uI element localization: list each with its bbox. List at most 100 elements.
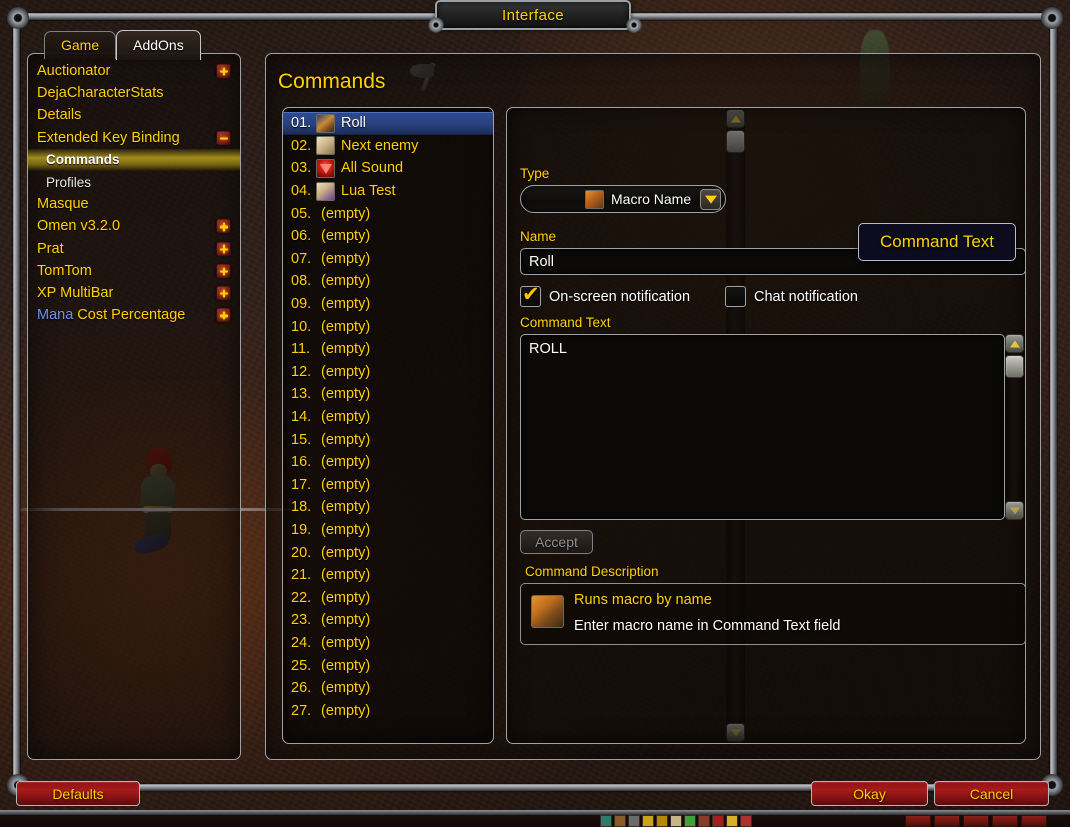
command-index: 02. [291, 137, 312, 154]
command-name: (empty) [321, 612, 371, 629]
command-row[interactable]: 22. (empty) [283, 586, 493, 609]
command-name: (empty) [321, 589, 371, 606]
command-row[interactable]: 05. (empty) [283, 202, 493, 225]
okay-button[interactable]: Okay [811, 781, 928, 806]
command-row[interactable]: 27. (empty) [283, 699, 493, 722]
command-row[interactable]: 06. (empty) [283, 225, 493, 248]
command-row[interactable]: 21. (empty) [283, 564, 493, 587]
command-row[interactable]: 13. (empty) [283, 383, 493, 406]
command-index: 25. [291, 657, 312, 674]
tab-addons[interactable]: AddOns [116, 30, 201, 60]
sidebar-item-dejacharacterstats[interactable]: DejaCharacterStats [28, 82, 240, 104]
command-text-scrollbar[interactable] [1005, 334, 1024, 520]
bag-slot[interactable] [934, 815, 960, 827]
defaults-button[interactable]: Defaults [16, 781, 140, 806]
action-bar-slot[interactable] [614, 815, 626, 827]
lua-icon [316, 181, 335, 201]
action-bar-slot[interactable] [712, 815, 724, 827]
command-name: (empty) [321, 521, 371, 538]
command-text-input[interactable]: ROLL [521, 335, 1004, 519]
command-text-scroll-thumb[interactable] [1005, 355, 1024, 378]
accept-button[interactable]: Accept [520, 530, 593, 554]
chat-notification-checkbox[interactable] [725, 286, 746, 307]
sidebar-item-xp-multibar[interactable]: XP MultiBar [28, 282, 240, 304]
command-row[interactable]: 18. (empty) [283, 496, 493, 519]
action-bar-slot[interactable] [684, 815, 696, 827]
command-row[interactable]: 14. (empty) [283, 406, 493, 429]
action-bar-slot[interactable] [670, 815, 682, 827]
sidebar-item-tomtom[interactable]: TomTom [28, 260, 240, 282]
action-bar-slot[interactable] [600, 815, 612, 827]
command-index: 21. [291, 567, 312, 584]
sidebar-item-prat[interactable]: Prat [28, 238, 240, 260]
command-index: 09. [291, 296, 312, 313]
chat-notification-row[interactable]: Chat notification [725, 286, 858, 307]
expand-icon[interactable] [216, 307, 231, 323]
action-bar-slot[interactable] [740, 815, 752, 827]
sidebar-item-auctionator[interactable]: Auctionator [28, 60, 240, 82]
command-row[interactable]: 03. All Sound [283, 157, 493, 180]
command-index: 03. [291, 160, 312, 177]
interface-options-window: Interface Game AddOns Auctionator DejaChar… [0, 0, 1070, 827]
command-row[interactable]: 04. Lua Test [283, 180, 493, 203]
expand-icon[interactable] [216, 241, 231, 257]
sidebar-item-profiles[interactable]: Profiles [28, 171, 240, 193]
command-row[interactable]: 01. Roll [283, 112, 493, 135]
command-row[interactable]: 19. (empty) [283, 519, 493, 542]
bag-slot[interactable] [905, 815, 931, 827]
tab-bar: Game AddOns [44, 30, 201, 60]
command-row[interactable]: 09. (empty) [283, 293, 493, 316]
bag-slot[interactable] [1021, 815, 1047, 827]
sidebar-item-commands[interactable]: Commands [28, 148, 240, 171]
command-name: Lua Test [341, 183, 396, 200]
sidebar-item-details[interactable]: Details [28, 104, 240, 126]
expand-icon[interactable] [216, 263, 231, 279]
onscreen-notification-row[interactable]: On-screen notification [520, 282, 691, 307]
tab-label: Game [61, 37, 100, 53]
bag-slot[interactable] [963, 815, 989, 827]
expand-icon[interactable] [216, 285, 231, 301]
command-row[interactable]: 23. (empty) [283, 609, 493, 632]
onscreen-notification-label: On-screen notification [549, 288, 691, 305]
command-row[interactable]: 17. (empty) [283, 474, 493, 497]
sidebar-item-mana-cost-percentage[interactable]: Mana Cost Percentage [28, 304, 240, 326]
command-row[interactable]: 16. (empty) [283, 451, 493, 474]
command-row[interactable]: 12. (empty) [283, 361, 493, 384]
scroll-down-icon[interactable] [1005, 501, 1024, 520]
expand-icon[interactable] [216, 63, 231, 79]
command-name: (empty) [321, 318, 371, 335]
tab-game[interactable]: Game [44, 31, 117, 59]
cancel-button[interactable]: Cancel [934, 781, 1049, 806]
sidebar-item-label: TomTom [37, 262, 92, 279]
onscreen-notification-checkbox[interactable] [520, 282, 541, 307]
sidebar-item-masque[interactable]: Masque [28, 193, 240, 215]
command-row[interactable]: 25. (empty) [283, 654, 493, 677]
action-bar-slot[interactable] [642, 815, 654, 827]
command-row[interactable]: 11. (empty) [283, 338, 493, 361]
collapse-icon[interactable] [216, 130, 231, 146]
command-row[interactable]: 26. (empty) [283, 677, 493, 700]
command-row[interactable]: 07. (empty) [283, 248, 493, 271]
expand-icon[interactable] [216, 218, 231, 234]
chevron-down-icon[interactable] [700, 189, 721, 210]
bag-slot[interactable] [992, 815, 1018, 827]
action-bar-slot[interactable] [656, 815, 668, 827]
command-row[interactable]: 20. (empty) [283, 541, 493, 564]
command-row[interactable]: 24. (empty) [283, 632, 493, 655]
action-bar-slot[interactable] [698, 815, 710, 827]
scroll-up-icon[interactable] [1005, 334, 1024, 353]
sound-icon [316, 158, 335, 178]
command-row[interactable]: 02. Next enemy [283, 135, 493, 158]
command-row[interactable]: 08. (empty) [283, 270, 493, 293]
action-bar-slot[interactable] [628, 815, 640, 827]
sidebar-item-extended-key-binding[interactable]: Extended Key Binding [28, 127, 240, 149]
sidebar-item-omen-v3-2-0[interactable]: Omen v3.2.0 [28, 215, 240, 237]
bag-slots[interactable] [905, 815, 1047, 827]
command-row[interactable]: 15. (empty) [283, 428, 493, 451]
window-title: Interface [502, 6, 564, 24]
action-bar-slot[interactable] [726, 815, 738, 827]
command-index: 20. [291, 544, 312, 561]
type-dropdown[interactable]: Macro Name [520, 185, 726, 213]
command-row[interactable]: 10. (empty) [283, 315, 493, 338]
action-bar-slots[interactable] [600, 815, 752, 827]
